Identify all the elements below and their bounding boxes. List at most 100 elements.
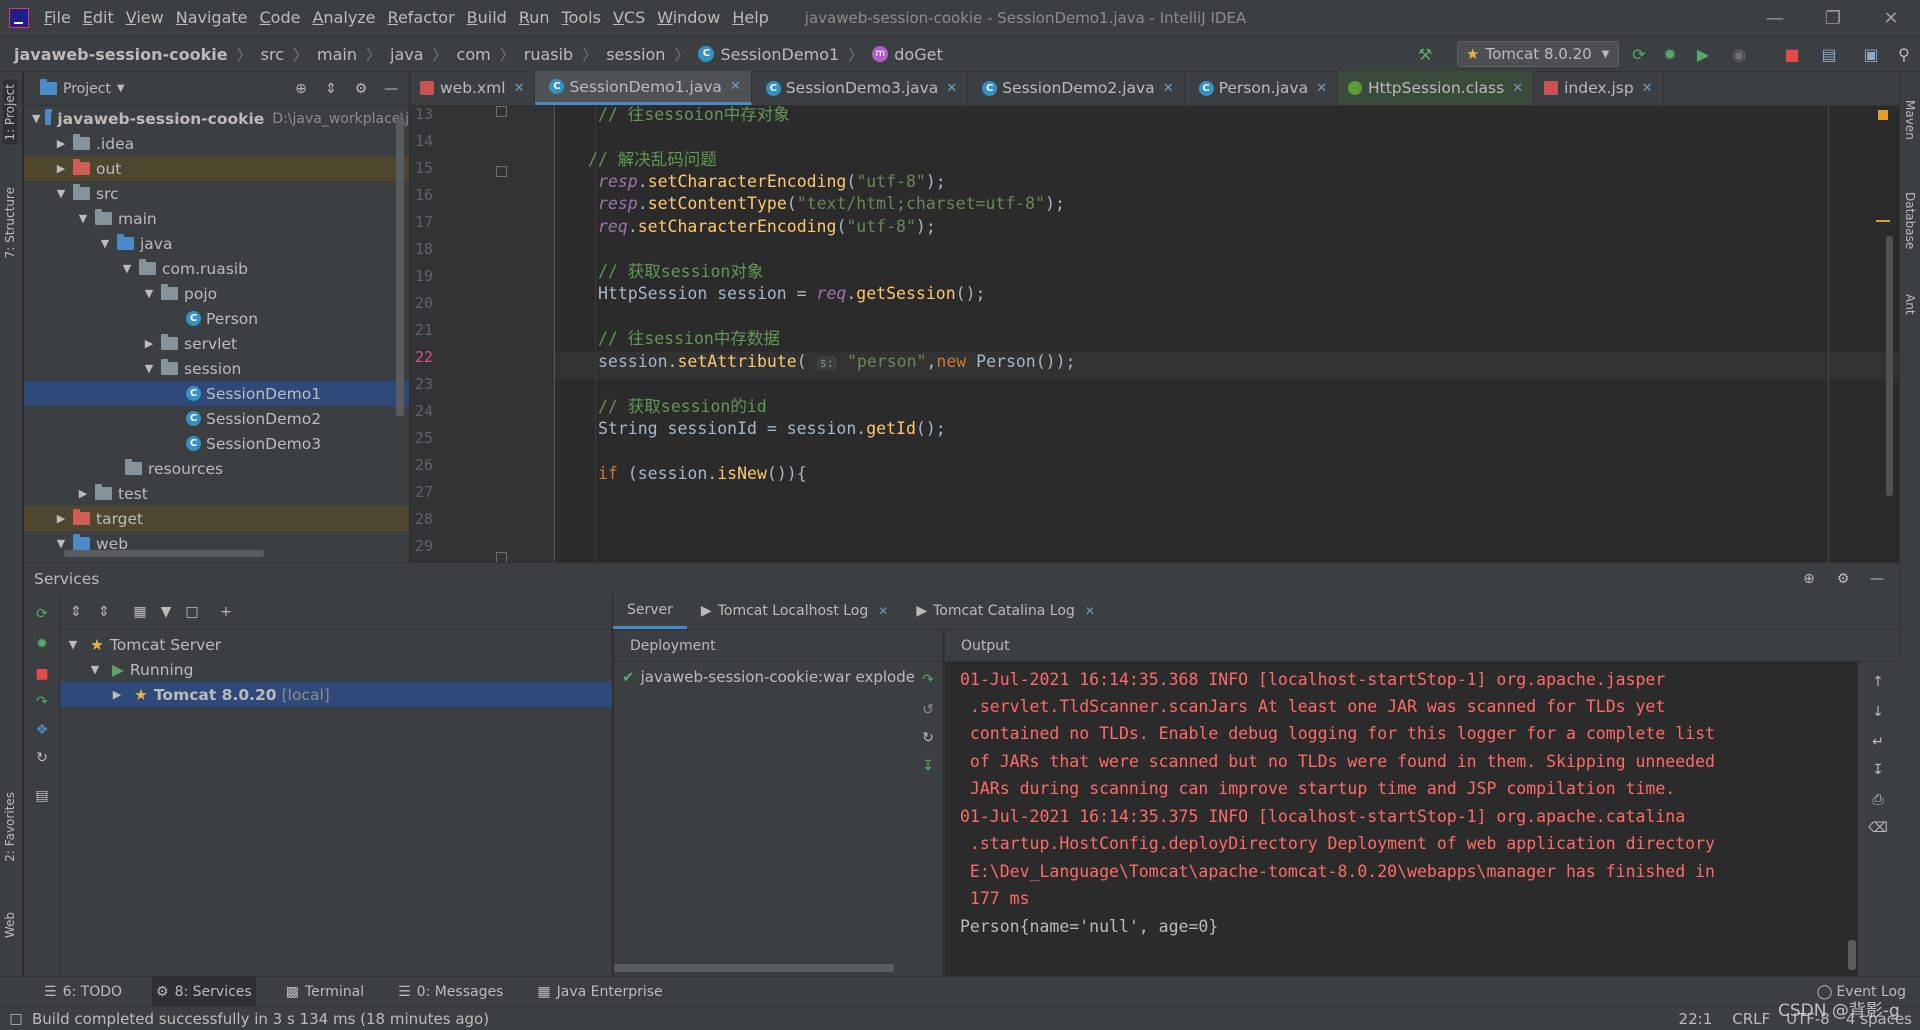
tree-node-pojo[interactable]: ▼ pojo bbox=[24, 281, 409, 306]
code-editor[interactable]: // 往sessoion中存对象 // 解决乱码问题 resp.setChara… bbox=[555, 106, 1899, 562]
vertical-scrollbar[interactable] bbox=[1848, 940, 1856, 970]
tab-database[interactable]: Database bbox=[1903, 192, 1917, 249]
status-message[interactable]: Build completed successfully in 3 s 134 … bbox=[32, 1010, 489, 1028]
new-tab-icon[interactable]: □ bbox=[184, 604, 200, 620]
close-icon[interactable]: ✕ bbox=[1163, 81, 1174, 96]
gear-icon[interactable]: ⚙ bbox=[353, 81, 369, 97]
breadcrumb-java[interactable]: java bbox=[390, 45, 424, 64]
caret-position[interactable]: 22:1 bbox=[1679, 1010, 1713, 1028]
tree-node-sessiondemo1[interactable]: C SessionDemo1 bbox=[24, 381, 409, 406]
menu-file[interactable]: File bbox=[38, 0, 77, 36]
update-icon[interactable]: ↧ bbox=[920, 758, 936, 774]
menu-analyze[interactable]: Analyze bbox=[306, 0, 381, 36]
expanded-arrow-icon[interactable]: ▼ bbox=[32, 112, 40, 125]
tree-node-com-ruasib[interactable]: ▼ com.ruasib bbox=[24, 256, 409, 281]
stop-icon[interactable]: ■ bbox=[34, 666, 50, 682]
close-icon[interactable]: ✕ bbox=[730, 79, 741, 94]
tool-window-terminal[interactable]: ▩ Terminal bbox=[282, 977, 368, 1007]
breadcrumb-com[interactable]: com bbox=[457, 45, 491, 64]
tab-sessiondemo3[interactable]: C SessionDemo3.java ✕ bbox=[752, 71, 969, 105]
hide-panel-icon[interactable]: — bbox=[1869, 571, 1885, 587]
line-separator[interactable]: CRLF bbox=[1732, 1010, 1770, 1028]
minimize-button[interactable]: — bbox=[1746, 0, 1804, 36]
breadcrumb-project[interactable]: javaweb-session-cookie bbox=[14, 45, 228, 64]
tab-ant[interactable]: Ant bbox=[1903, 294, 1917, 315]
tree-node-out[interactable]: ▶ out bbox=[24, 156, 409, 181]
expand-all-icon[interactable]: ⇕ bbox=[68, 604, 84, 620]
tab-web[interactable]: Web bbox=[3, 912, 17, 938]
run-with-coverage-icon[interactable]: ▶ bbox=[1692, 43, 1714, 65]
tree-node-test[interactable]: ▶ test bbox=[24, 481, 409, 506]
hide-panel-icon[interactable]: — bbox=[383, 81, 399, 97]
undeploy-icon[interactable]: ↺ bbox=[920, 702, 936, 718]
menu-refactor[interactable]: Refactor bbox=[382, 0, 461, 36]
close-icon[interactable]: ✕ bbox=[946, 81, 957, 96]
tree-node-sessiondemo3[interactable]: C SessionDemo3 bbox=[24, 431, 409, 456]
close-icon[interactable]: ✕ bbox=[1316, 81, 1327, 96]
tool-window-messages[interactable]: ☰ 0: Messages bbox=[394, 977, 507, 1007]
menu-help[interactable]: Help bbox=[726, 0, 774, 36]
menu-window[interactable]: Window bbox=[651, 0, 726, 36]
tree-node-main[interactable]: ▼ main bbox=[24, 206, 409, 231]
deploy-icon[interactable]: ↷ bbox=[34, 694, 50, 710]
close-icon[interactable]: ✕ bbox=[878, 604, 888, 618]
terminal-toggle-icon[interactable]: ▣ bbox=[1860, 43, 1882, 65]
tree-node-java[interactable]: ▼ java bbox=[24, 231, 409, 256]
tool-window-services[interactable]: ⚙ 8: Services bbox=[152, 976, 256, 1007]
tab-structure[interactable]: 7: Structure bbox=[3, 187, 17, 258]
run-configuration-selector[interactable]: ★ Tomcat 8.0.20 ▼ bbox=[1457, 41, 1619, 67]
close-icon[interactable]: ✕ bbox=[1085, 604, 1095, 618]
breadcrumb-src[interactable]: src bbox=[261, 45, 284, 64]
rerun-icon[interactable]: ⟳ bbox=[34, 606, 50, 622]
tab-index-jsp[interactable]: index.jsp ✕ bbox=[1534, 71, 1664, 105]
tab-httpsession-class[interactable]: HttpSession.class ✕ bbox=[1338, 71, 1535, 105]
collapse-all-icon[interactable]: ⇕ bbox=[96, 604, 112, 620]
soft-wrap-icon[interactable]: ↵ bbox=[1870, 734, 1886, 750]
trash-icon[interactable]: ⌫ bbox=[1868, 820, 1888, 836]
globe-icon[interactable]: ⊕ bbox=[1801, 571, 1817, 587]
build-hammer-icon[interactable]: ⚒ bbox=[1414, 43, 1436, 65]
deploy-action-icon[interactable]: ↷ bbox=[920, 672, 936, 688]
tool-window-todo[interactable]: ☰ 6: TODO bbox=[40, 977, 126, 1007]
project-structure-icon[interactable]: ▤ bbox=[1818, 43, 1840, 65]
project-panel-title[interactable]: Project bbox=[63, 81, 111, 97]
tree-node-target[interactable]: ▶ target bbox=[24, 506, 409, 531]
close-icon[interactable]: ✕ bbox=[514, 81, 525, 96]
status-toggle-icon[interactable]: □ bbox=[8, 1011, 24, 1027]
tree-node-src[interactable]: ▼ src bbox=[24, 181, 409, 206]
tree-node-servlet[interactable]: ▶ servlet bbox=[24, 331, 409, 356]
close-icon[interactable]: ✕ bbox=[1642, 81, 1653, 96]
menu-build[interactable]: Build bbox=[461, 0, 513, 36]
horizontal-scrollbar[interactable] bbox=[614, 964, 894, 972]
menu-run[interactable]: Run bbox=[513, 0, 556, 36]
redeploy-icon[interactable]: ↻ bbox=[920, 730, 936, 746]
menu-vcs[interactable]: VCS bbox=[607, 0, 651, 36]
error-stripe-mark[interactable] bbox=[1876, 220, 1890, 222]
search-icon[interactable]: ⚲ bbox=[1893, 43, 1915, 65]
tab-sessiondemo1[interactable]: C SessionDemo1.java ✕ bbox=[535, 71, 752, 105]
add-service-icon[interactable]: + bbox=[218, 604, 234, 620]
tab-favorites[interactable]: 2: Favorites bbox=[3, 792, 17, 862]
collapse-all-icon[interactable]: ⇕ bbox=[323, 81, 339, 97]
menu-edit[interactable]: Edit bbox=[77, 0, 120, 36]
artifacts-icon[interactable]: ❖ bbox=[34, 722, 50, 738]
tab-catalina-log[interactable]: ▶ Tomcat Catalina Log ✕ bbox=[902, 593, 1109, 629]
breadcrumb-method[interactable]: m doGet bbox=[872, 45, 943, 64]
tab-person[interactable]: C Person.java ✕ bbox=[1185, 71, 1338, 105]
tree-node-tomcat-instance[interactable]: ▶ ★ Tomcat 8.0.20 [local] bbox=[60, 682, 612, 707]
group-by-icon[interactable]: ▦ bbox=[132, 604, 148, 620]
tab-project[interactable]: 1: Project bbox=[3, 80, 17, 145]
breadcrumb-ruasib[interactable]: ruasib bbox=[524, 45, 573, 64]
vertical-scrollbar[interactable] bbox=[1886, 236, 1893, 496]
menu-navigate[interactable]: Navigate bbox=[170, 0, 254, 36]
fold-marker-icon[interactable] bbox=[496, 166, 507, 177]
menu-tools[interactable]: Tools bbox=[556, 0, 607, 36]
profile-icon[interactable]: ◉ bbox=[1728, 43, 1750, 65]
tab-server[interactable]: Server bbox=[613, 593, 687, 629]
arrow-up-icon[interactable]: ↑ bbox=[1870, 674, 1886, 690]
warning-indicator-icon[interactable] bbox=[1878, 110, 1888, 120]
chevron-down-icon[interactable]: ▼ bbox=[117, 83, 125, 94]
fold-marker-icon[interactable] bbox=[496, 106, 507, 117]
filter-icon[interactable]: ▼ bbox=[158, 604, 174, 620]
tab-sessiondemo2[interactable]: C SessionDemo2.java ✕ bbox=[968, 71, 1185, 105]
